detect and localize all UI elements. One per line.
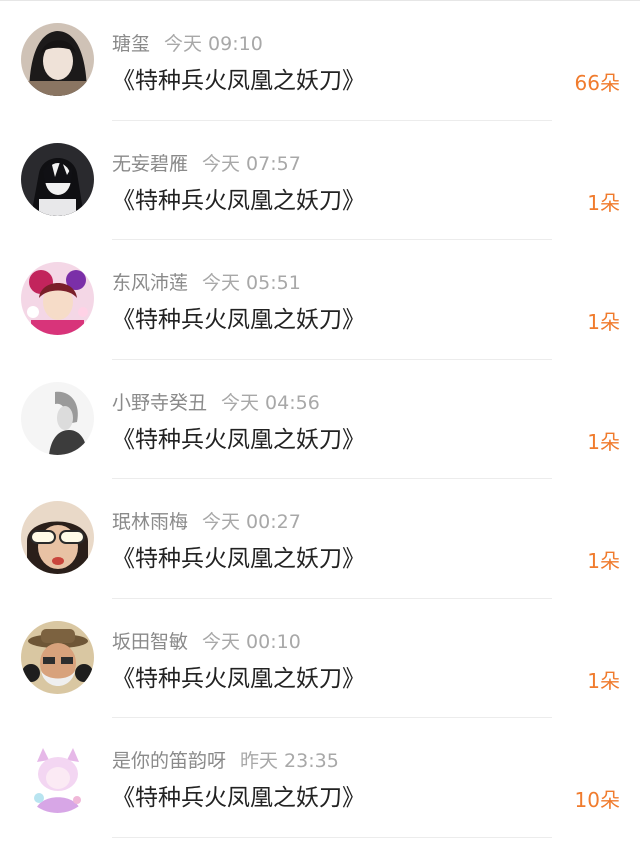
record-meta: 瑭玺 今天 09:10 <box>112 29 263 56</box>
list-item[interactable]: 是你的笛韵呀 昨天 23:35 《特种兵火凤凰之妖刀》 10朵 <box>0 718 640 838</box>
record-meta: 是你的笛韵呀 昨天 23:35 <box>112 746 339 773</box>
record-time: 昨天 23:35 <box>240 750 339 772</box>
avatar-photo-icon <box>21 381 94 455</box>
user-name[interactable]: 瑭玺 <box>112 33 150 55</box>
record-meta: 小野寺癸丑 今天 04:56 <box>112 388 320 415</box>
avatar-photo-icon <box>21 501 94 574</box>
avatar[interactable] <box>21 381 94 455</box>
avatar[interactable] <box>21 740 94 813</box>
list-item[interactable]: 东风沛莲 今天 05:51 《特种兵火凤凰之妖刀》 1朵 <box>0 240 640 360</box>
gift-count: 1朵 <box>587 429 620 454</box>
record-time: 今天 00:27 <box>202 511 301 533</box>
avatar-anime-icon <box>21 740 94 813</box>
record-time: 今天 04:56 <box>221 391 320 414</box>
record-time: 今天 00:10 <box>202 630 301 653</box>
gift-record-list: 瑭玺 今天 09:10 《特种兵火凤凰之妖刀》 66朵 无妄碧雁 今天 07:57 … <box>0 1 640 838</box>
gift-count: 10朵 <box>574 788 620 812</box>
gift-count: 66朵 <box>574 71 620 95</box>
book-title[interactable]: 《特种兵火凤凰之妖刀》 <box>112 300 365 334</box>
list-item[interactable]: 小野寺癸丑 今天 04:56 《特种兵火凤凰之妖刀》 1朵 <box>0 360 640 479</box>
book-title[interactable]: 《特种兵火凤凰之妖刀》 <box>112 420 365 454</box>
book-title[interactable]: 《特种兵火凤凰之妖刀》 <box>112 539 365 573</box>
record-meta: 东风沛莲 今天 05:51 <box>112 268 301 295</box>
list-item[interactable]: 瑭玺 今天 09:10 《特种兵火凤凰之妖刀》 66朵 <box>0 1 640 121</box>
record-time: 今天 07:57 <box>202 152 301 175</box>
avatar-photo-icon <box>21 620 94 694</box>
record-time: 今天 09:10 <box>164 33 263 55</box>
list-item[interactable]: 珉林雨梅 今天 00:27 《特种兵火凤凰之妖刀》 1朵 <box>0 479 640 599</box>
gift-count: 1朵 <box>587 668 620 693</box>
row-divider <box>112 836 552 838</box>
book-title[interactable]: 《特种兵火凤凰之妖刀》 <box>112 778 365 812</box>
user-name[interactable]: 坂田智敏 <box>112 631 188 653</box>
record-time: 今天 05:51 <box>202 272 301 294</box>
gift-count: 1朵 <box>587 190 620 215</box>
user-name[interactable]: 无妄碧雁 <box>112 153 188 175</box>
gift-count: 1朵 <box>587 310 620 334</box>
record-meta: 无妄碧雁 今天 07:57 <box>112 149 301 176</box>
record-meta: 珉林雨梅 今天 00:27 <box>112 507 301 534</box>
avatar[interactable] <box>21 620 94 694</box>
avatar-anime-icon <box>21 142 94 216</box>
book-title[interactable]: 《特种兵火凤凰之妖刀》 <box>112 181 365 215</box>
book-title[interactable]: 《特种兵火凤凰之妖刀》 <box>112 61 365 95</box>
book-title[interactable]: 《特种兵火凤凰之妖刀》 <box>112 659 365 693</box>
avatar[interactable] <box>21 23 94 96</box>
list-item[interactable]: 无妄碧雁 今天 07:57 《特种兵火凤凰之妖刀》 1朵 <box>0 121 640 240</box>
avatar[interactable] <box>21 501 94 574</box>
user-name[interactable]: 东风沛莲 <box>112 272 188 294</box>
avatar[interactable] <box>21 142 94 216</box>
list-item[interactable]: 坂田智敏 今天 00:10 《特种兵火凤凰之妖刀》 1朵 <box>0 599 640 718</box>
user-name[interactable]: 珉林雨梅 <box>112 511 188 533</box>
record-meta: 坂田智敏 今天 00:10 <box>112 627 301 654</box>
avatar[interactable] <box>21 262 94 335</box>
avatar-photo-icon <box>21 23 94 96</box>
gift-count: 1朵 <box>587 549 620 573</box>
user-name[interactable]: 是你的笛韵呀 <box>112 750 226 772</box>
user-name[interactable]: 小野寺癸丑 <box>112 392 207 414</box>
avatar-anime-icon <box>21 262 94 335</box>
